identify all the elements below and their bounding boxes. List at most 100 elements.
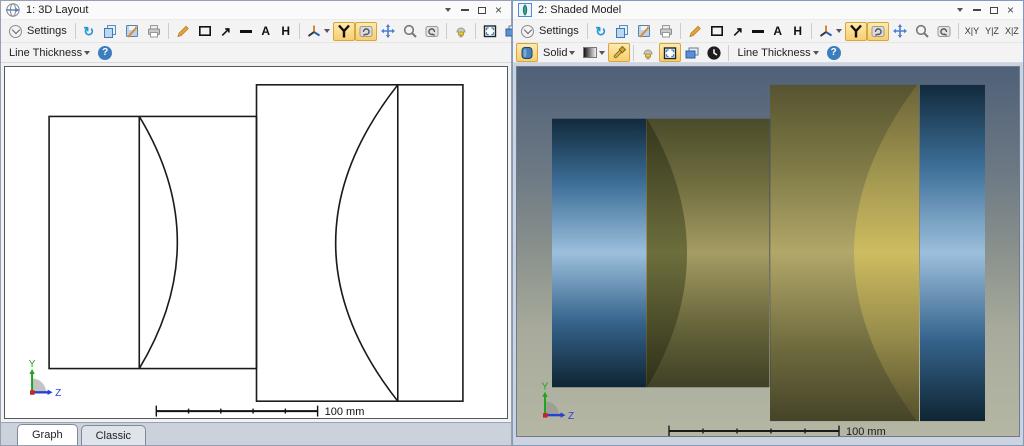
rectangle-tool-button[interactable]: [194, 22, 216, 41]
settings-button[interactable]: Settings: [516, 22, 584, 41]
plane-xy-button[interactable]: X|Y: [962, 22, 982, 41]
copy-button[interactable]: [99, 22, 121, 41]
shaded-lenses: [552, 84, 985, 422]
window-menu-button[interactable]: [439, 2, 456, 19]
rotate-view-button[interactable]: [866, 21, 889, 41]
save-button[interactable]: [633, 22, 655, 41]
fit-window-button[interactable]: [479, 22, 501, 41]
print-button[interactable]: [143, 22, 165, 41]
minimize-icon: [972, 9, 981, 11]
axis-y-label: Y: [29, 359, 36, 370]
window-3d-layout: 1: 3D Layout × Settings ↻ ↗ A H Line Thi…: [0, 0, 549, 446]
chevron-down-icon: [444, 8, 451, 12]
rotate-view-button[interactable]: [354, 21, 377, 41]
minimize-button[interactable]: [968, 2, 985, 19]
line-thickness-button[interactable]: Line Thickness: [4, 43, 95, 62]
titlebar-shaded-model: 2: Shaded Model ×: [513, 1, 1023, 20]
text-h-icon: H: [793, 24, 803, 38]
pencil-icon: [175, 23, 191, 39]
settings-button[interactable]: Settings: [4, 22, 72, 41]
close-button[interactable]: ×: [1002, 2, 1019, 19]
axis-z-label: Z: [568, 411, 574, 422]
zoom-button[interactable]: [911, 22, 933, 41]
solid-dropdown-button[interactable]: Solid: [538, 43, 580, 62]
window-menu-button[interactable]: [951, 2, 968, 19]
scale-bar: [155, 405, 319, 417]
line-thickness-button[interactable]: Line Thickness: [732, 43, 823, 62]
solid-mode-button[interactable]: [516, 43, 538, 62]
close-button[interactable]: ×: [490, 2, 507, 19]
plane-yz-button[interactable]: Y|Z: [982, 22, 1002, 41]
orientation-axis-icon: [818, 23, 834, 39]
app-workspace: 1: 3D Layout × Settings ↻ ↗ A H Line Thi…: [0, 0, 1024, 446]
text-tool-button[interactable]: A: [768, 22, 788, 41]
rectangle-icon: [709, 23, 725, 39]
axis-y-label: Y: [542, 382, 549, 393]
window-title: 2: Shaded Model: [538, 4, 622, 16]
separator: [633, 44, 635, 61]
flashlight-button[interactable]: [608, 43, 631, 62]
arrow-tool-button[interactable]: ↗: [216, 22, 236, 41]
arrow-tool-button[interactable]: ↗: [728, 22, 748, 41]
plane-xz-button[interactable]: X|Z: [1002, 22, 1022, 41]
pan-button[interactable]: [377, 22, 399, 41]
maximize-button[interactable]: [985, 2, 1002, 19]
maximize-button[interactable]: [473, 2, 490, 19]
rotate-3d-button[interactable]: [332, 21, 355, 41]
lamp-icon: [640, 45, 656, 61]
axis-z-label: Z: [55, 388, 61, 399]
maximize-icon: [477, 6, 486, 14]
copy-button[interactable]: [611, 22, 633, 41]
orientation-axis-button[interactable]: [303, 22, 333, 41]
lamp-button[interactable]: [450, 22, 472, 41]
tab-classic[interactable]: Classic: [80, 425, 147, 445]
pencil-tool-button[interactable]: [684, 22, 706, 41]
help-icon: ?: [98, 45, 113, 60]
cascade-windows-button[interactable]: [681, 43, 703, 62]
lamp-button[interactable]: [637, 43, 659, 62]
separator: [586, 23, 588, 39]
layout-canvas[interactable]: 100 mm Y Z: [4, 66, 508, 419]
minimize-button[interactable]: [456, 2, 473, 19]
gradient-background-button[interactable]: [580, 43, 608, 62]
rectangle-tool-button[interactable]: [706, 22, 728, 41]
help-button[interactable]: ?: [95, 43, 115, 62]
reset-view-button[interactable]: [421, 22, 443, 41]
separator: [728, 44, 730, 61]
toolbar-main-left: Settings ↻ ↗ A H: [1, 20, 549, 43]
rotate-3d-icon: [336, 23, 352, 39]
tab-graph[interactable]: Graph: [17, 424, 78, 445]
fit-window-button[interactable]: [659, 43, 682, 62]
clock-button[interactable]: [703, 43, 725, 62]
print-button[interactable]: [655, 22, 677, 41]
text-tool-button[interactable]: A: [256, 22, 276, 41]
line-tool-button[interactable]: [236, 22, 256, 41]
rotate-3d-button[interactable]: [844, 21, 867, 41]
refresh-icon: ↻: [595, 23, 607, 39]
separator: [298, 23, 300, 39]
magnifier-icon: [914, 23, 930, 39]
window-shaded-model: 2: Shaded Model × Settings ↻ ↗ A H X|Y Y…: [512, 0, 1024, 446]
minimize-icon: [460, 9, 469, 11]
refresh-button[interactable]: ↻: [79, 22, 99, 41]
lamp-icon: [453, 23, 469, 39]
orientation-axis-button[interactable]: [815, 22, 845, 41]
3d-layout-window-icon: [5, 2, 21, 18]
reset-view-button[interactable]: [933, 22, 955, 41]
rotate-3d-icon: [848, 23, 864, 39]
save-button[interactable]: [121, 22, 143, 41]
toolbar-secondary-left: Line Thickness ?: [1, 43, 511, 63]
help-button[interactable]: ?: [824, 43, 844, 62]
line-tool-button[interactable]: [748, 22, 768, 41]
separator: [810, 23, 812, 39]
zoom-button[interactable]: [399, 22, 421, 41]
lens1-outline: [48, 115, 258, 370]
text-height-tool-button[interactable]: H: [788, 22, 808, 41]
text-height-tool-button[interactable]: H: [276, 22, 296, 41]
shaded-model-viewport[interactable]: 100 mm Y Z: [516, 66, 1020, 437]
pencil-tool-button[interactable]: [172, 22, 194, 41]
refresh-button[interactable]: ↻: [591, 22, 611, 41]
line-icon: [751, 29, 764, 33]
pan-button[interactable]: [889, 22, 911, 41]
solid-label: Solid: [543, 46, 568, 59]
